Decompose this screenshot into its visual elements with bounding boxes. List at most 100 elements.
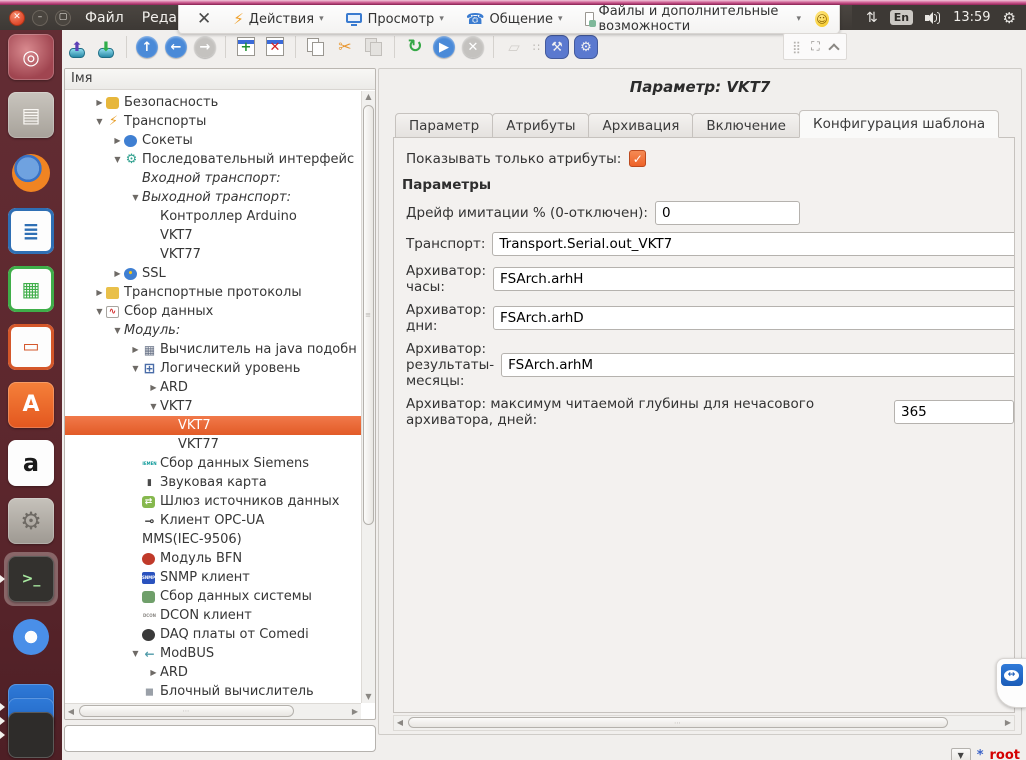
- tree-item[interactable]: DCONDCON клиент: [65, 606, 361, 625]
- minimize-window-button[interactable]: –: [32, 10, 48, 26]
- show-attrs-checkbox[interactable]: ✓: [629, 150, 646, 167]
- tree-item[interactable]: SNMPSNMP клиент: [65, 568, 361, 587]
- tv-menu-lightning[interactable]: ⚡Действия▾: [227, 10, 329, 28]
- tree-item[interactable]: ▼←ModBUS: [65, 644, 361, 663]
- dock-item-libreoffice-writer[interactable]: ≣: [8, 208, 54, 254]
- field-input-1[interactable]: [492, 232, 1015, 256]
- expander-open-icon[interactable]: ▼: [147, 402, 160, 411]
- dock-item-libreoffice-impress[interactable]: ▭: [8, 324, 54, 370]
- tree-item[interactable]: ▶Сокеты: [65, 131, 361, 150]
- tab-конфигурация-шаблона[interactable]: Конфигурация шаблона: [799, 110, 999, 138]
- nav-forward-button[interactable]: →: [192, 34, 218, 60]
- tree-item[interactable]: VKT77: [65, 435, 361, 454]
- scroll-left-icon[interactable]: ◀: [65, 704, 77, 719]
- current-user[interactable]: root: [990, 748, 1021, 760]
- tv-feedback-smiley-icon[interactable]: ☺: [815, 11, 829, 27]
- tv-menu-monitor[interactable]: Просмотр▾: [340, 12, 450, 27]
- delete-item-button[interactable]: ✕: [262, 34, 288, 60]
- nav-back-button[interactable]: ←: [163, 34, 189, 60]
- tree-item[interactable]: ◼Блочный вычислитель: [65, 682, 361, 701]
- qtcfg-tool-button[interactable]: ⚒: [544, 34, 570, 60]
- expander-closed-icon[interactable]: ▶: [111, 269, 124, 278]
- expander-closed-icon[interactable]: ▶: [93, 288, 106, 297]
- dock-item-amazon[interactable]: a: [8, 440, 54, 486]
- clear-button[interactable]: ▱: [501, 34, 527, 60]
- tree-vertical-scrollbar[interactable]: ▲ ≡ ▼: [361, 91, 375, 703]
- dock-item-terminal[interactable]: >_: [8, 556, 54, 602]
- dock-item-libreoffice-calc[interactable]: ▦: [8, 266, 54, 312]
- tree-item[interactable]: ▼VKT7: [65, 397, 361, 416]
- keyboard-layout-indicator[interactable]: En: [890, 10, 913, 25]
- dock-item-files[interactable]: ▤: [8, 92, 54, 138]
- tree-item[interactable]: SIEMENSСбор данных Siemens: [65, 454, 361, 473]
- network-indicator-icon[interactable]: ⇅: [866, 10, 878, 26]
- tree-item[interactable]: ▼⊞Логический уровень: [65, 359, 361, 378]
- tab-включение[interactable]: Включение: [692, 113, 800, 138]
- expander-open-icon[interactable]: ▼: [111, 155, 124, 164]
- tv-monitor-grid-icon[interactable]: ⣿: [792, 40, 801, 54]
- tree-item[interactable]: ▼Модуль:: [65, 321, 361, 340]
- dock-item-dash[interactable]: ◎: [8, 34, 54, 80]
- vision-tool-button[interactable]: ⚙: [573, 34, 599, 60]
- tree-item[interactable]: ▶ARD: [65, 378, 361, 397]
- add-item-button[interactable]: +: [233, 34, 259, 60]
- scroll-down-icon[interactable]: ▼: [362, 691, 375, 703]
- dock-item-firefox[interactable]: [8, 150, 54, 196]
- menu-item-file[interactable]: Файл: [85, 10, 124, 26]
- tree-horizontal-scrollbar[interactable]: ◀ ⋯ ▶: [65, 703, 361, 719]
- start-button[interactable]: ▶: [431, 34, 457, 60]
- tree-item[interactable]: VKT7: [65, 416, 361, 435]
- copy-item-button[interactable]: [303, 34, 329, 60]
- volume-icon[interactable]: [925, 11, 941, 25]
- maximize-window-button[interactable]: ▢: [55, 10, 71, 26]
- cut-item-button[interactable]: ✂: [332, 34, 358, 60]
- tree-column-header[interactable]: Імя: [65, 69, 375, 90]
- tree-item[interactable]: ▮Звуковая карта: [65, 473, 361, 492]
- tree-item[interactable]: Модуль BFN: [65, 549, 361, 568]
- load-from-db-button[interactable]: ⬆: [64, 34, 90, 60]
- expander-closed-icon[interactable]: ▶: [93, 98, 106, 107]
- tree-item[interactable]: DAQ платы от Comedi: [65, 625, 361, 644]
- expander-open-icon[interactable]: ▼: [129, 364, 142, 373]
- tree-item[interactable]: ▶•SSL: [65, 264, 361, 283]
- dock-item-app-stack[interactable]: [8, 712, 54, 758]
- tree-item[interactable]: ▼∿Сбор данных: [65, 302, 361, 321]
- tree-item[interactable]: VKT7: [65, 226, 361, 245]
- tree-item[interactable]: ▼Выходной транспорт:: [65, 188, 361, 207]
- tab-архивация[interactable]: Архивация: [588, 113, 693, 138]
- clock[interactable]: 13:59: [953, 10, 990, 25]
- expander-closed-icon[interactable]: ▶: [147, 668, 160, 677]
- expander-closed-icon[interactable]: ▶: [147, 383, 160, 392]
- tree-item[interactable]: ⇄Шлюз источников данных: [65, 492, 361, 511]
- refresh-button[interactable]: ↻: [402, 34, 428, 60]
- tv-close-session-icon[interactable]: ✕: [189, 9, 219, 29]
- tree-item[interactable]: VKT77: [65, 245, 361, 264]
- teamviewer-flap[interactable]: ↔: [996, 658, 1026, 708]
- tree-item[interactable]: MMS(IEC-9506): [65, 530, 361, 549]
- tree-filter-input[interactable]: [64, 725, 376, 752]
- tree-item[interactable]: Контроллер Arduino: [65, 207, 361, 226]
- tv-collapse-chevron-icon[interactable]: [828, 43, 839, 54]
- tv-menu-phone[interactable]: ☎Общение▾: [460, 10, 569, 28]
- scroll-left-icon[interactable]: ◀: [394, 716, 406, 730]
- tree-item[interactable]: ▶ARD: [65, 663, 361, 682]
- tree-item[interactable]: ▶Транспортные протоколы: [65, 283, 361, 302]
- toolbar-drag-handle[interactable]: ∷: [533, 41, 538, 54]
- expander-open-icon[interactable]: ▼: [129, 649, 142, 658]
- status-combo[interactable]: ▼: [951, 748, 971, 760]
- expander-closed-icon[interactable]: ▶: [111, 136, 124, 145]
- paste-item-button[interactable]: [361, 34, 387, 60]
- expander-closed-icon[interactable]: ▶: [129, 345, 142, 354]
- expander-open-icon[interactable]: ▼: [93, 307, 106, 316]
- field-input-2[interactable]: [493, 267, 1015, 291]
- field-input-3[interactable]: [493, 306, 1015, 330]
- expander-open-icon[interactable]: ▼: [93, 117, 106, 126]
- dock-item-chromium[interactable]: [8, 614, 54, 660]
- tree-item[interactable]: Сбор данных системы: [65, 587, 361, 606]
- scroll-up-icon[interactable]: ▲: [362, 91, 375, 103]
- expander-open-icon[interactable]: ▼: [111, 326, 124, 335]
- tree-item[interactable]: ⊸Клиент OPC-UA: [65, 511, 361, 530]
- field-input-5[interactable]: [894, 400, 1014, 424]
- field-input-4[interactable]: [501, 353, 1015, 377]
- tv-fullscreen-icon[interactable]: ⛶: [811, 39, 819, 54]
